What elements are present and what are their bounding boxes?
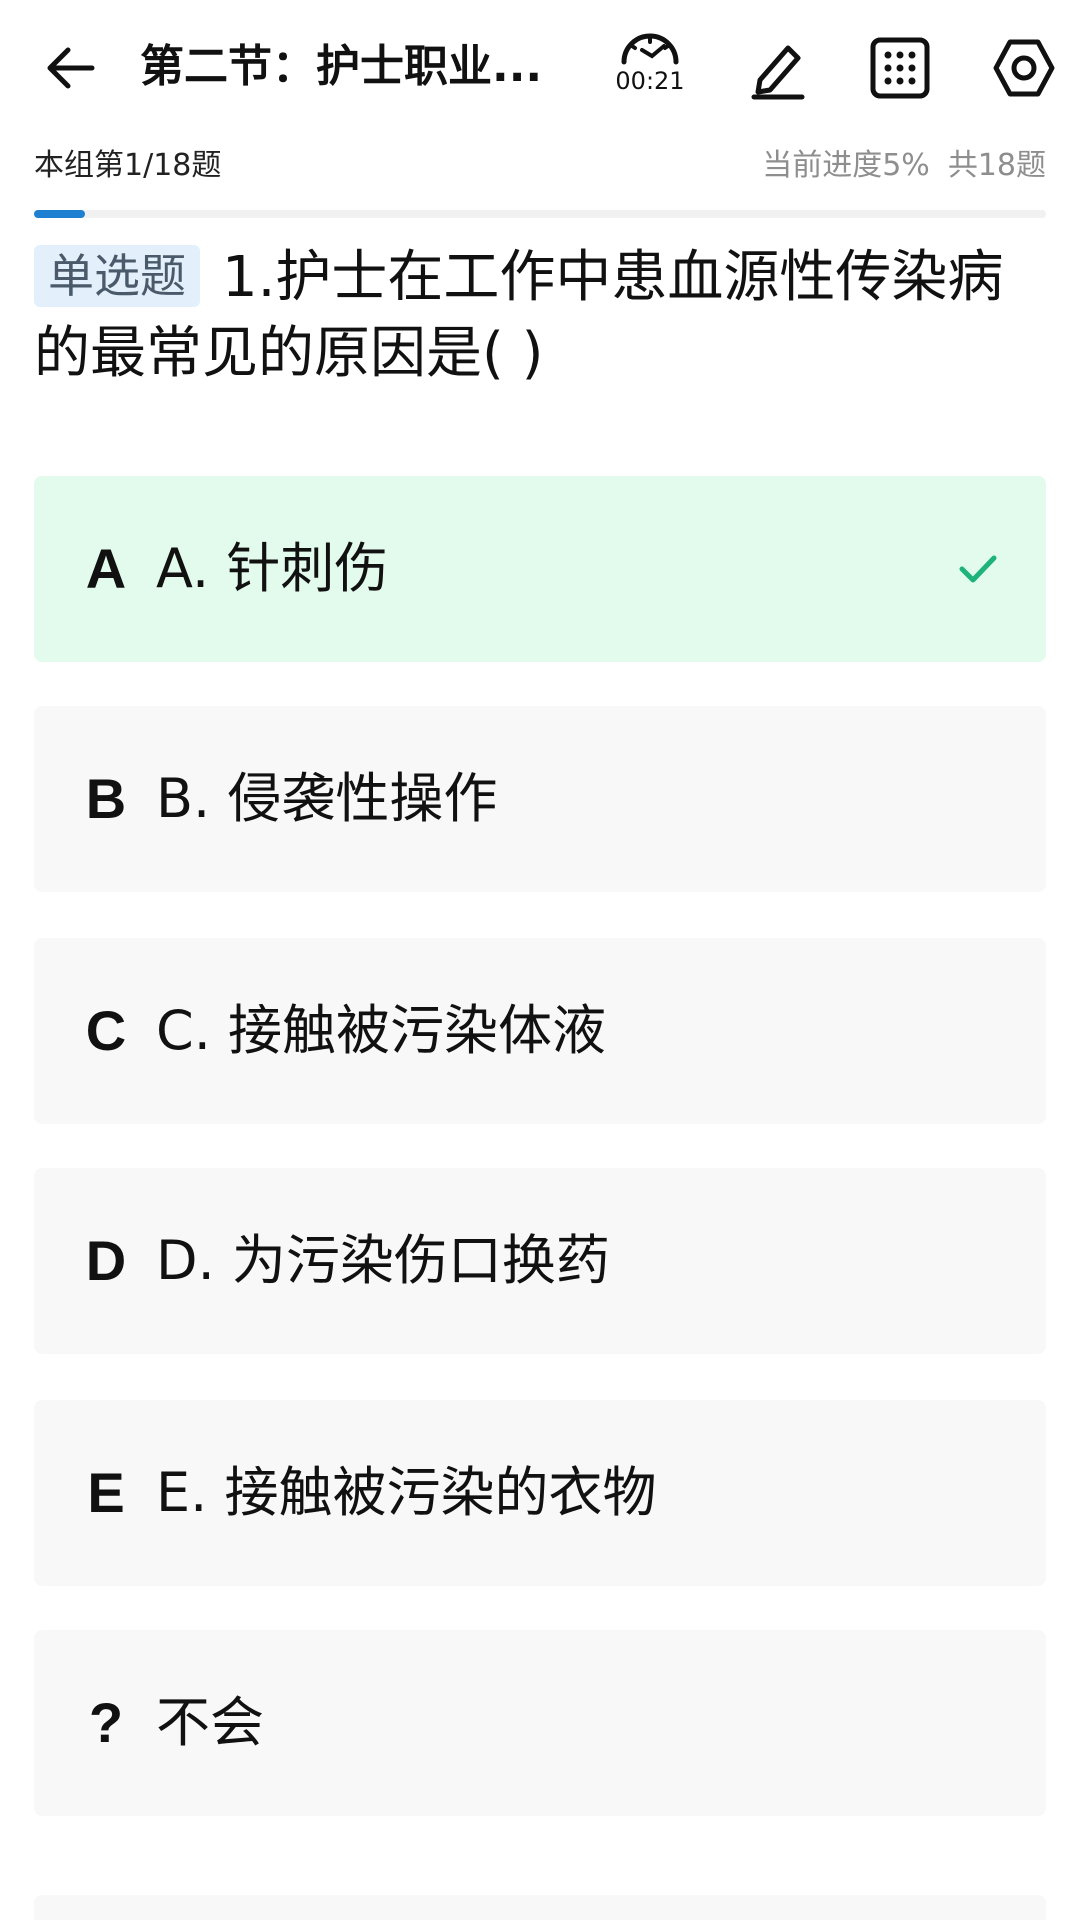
- timer-icon: [621, 33, 679, 65]
- timer[interactable]: 00:21: [612, 24, 688, 108]
- progress-row: 本组第1/18题 当前进度5% 共18题: [34, 143, 1046, 189]
- option-b[interactable]: B B. 侵袭性操作: [34, 706, 1046, 892]
- option-text: A. 针刺伤: [156, 537, 389, 600]
- total-count-text: 共18题: [947, 148, 1046, 183]
- option-letter: C: [85, 999, 127, 1062]
- option-dont-know[interactable]: ? 不会: [34, 1630, 1046, 1816]
- top-bar: 第二节：护士职业... 00:21: [0, 0, 1080, 135]
- option-text: E. 接触被污染的衣物: [156, 1461, 657, 1524]
- page-title: 第二节：护士职业...: [140, 41, 543, 92]
- question-stem: 单选题 1.护士在工作中患血源性传染病的最常见的原因是( ): [34, 240, 1046, 392]
- option-letter: B: [85, 767, 127, 830]
- option-text: 不会: [156, 1691, 264, 1754]
- option-e[interactable]: E E. 接触被污染的衣物: [34, 1400, 1046, 1586]
- question-type-badge: 单选题: [34, 245, 200, 307]
- option-c[interactable]: C C. 接触被污染体液: [34, 938, 1046, 1124]
- group-counter: 本组第1/18题: [34, 148, 222, 183]
- edit-pencil-icon: [751, 45, 805, 100]
- option-partial: [34, 1895, 1046, 1920]
- option-letter: E: [87, 1461, 125, 1524]
- current-progress-text: 当前进度5%: [762, 148, 930, 183]
- settings-icon: [993, 39, 1055, 97]
- option-text: C. 接触被污染体液: [156, 999, 607, 1062]
- settings-button[interactable]: [984, 28, 1064, 108]
- progress-bar: [34, 210, 1046, 218]
- answer-grid-icon: [870, 37, 930, 99]
- option-letter: ?: [88, 1691, 124, 1754]
- option-letter: A: [85, 537, 127, 600]
- option-letter: D: [85, 1229, 127, 1292]
- option-a[interactable]: A A. 针刺伤: [34, 476, 1046, 662]
- edit-button[interactable]: [738, 28, 818, 108]
- progress-info: 当前进度5% 共18题: [762, 143, 1046, 189]
- check-icon: [948, 539, 1008, 599]
- option-text: D. 为污染伤口换药: [156, 1229, 610, 1292]
- progress-bar-fill: [34, 210, 85, 218]
- back-arrow-icon: [47, 47, 95, 89]
- option-d[interactable]: D D. 为污染伤口换药: [34, 1168, 1046, 1354]
- option-text: B. 侵袭性操作: [156, 767, 498, 830]
- back-button[interactable]: [30, 28, 110, 108]
- timer-text: 00:21: [615, 67, 685, 95]
- answer-sheet-button[interactable]: [860, 28, 940, 108]
- quiz-screen: 第二节：护士职业... 00:21 本组第1/18题 当前进度5% 共18题 单…: [0, 0, 1080, 1920]
